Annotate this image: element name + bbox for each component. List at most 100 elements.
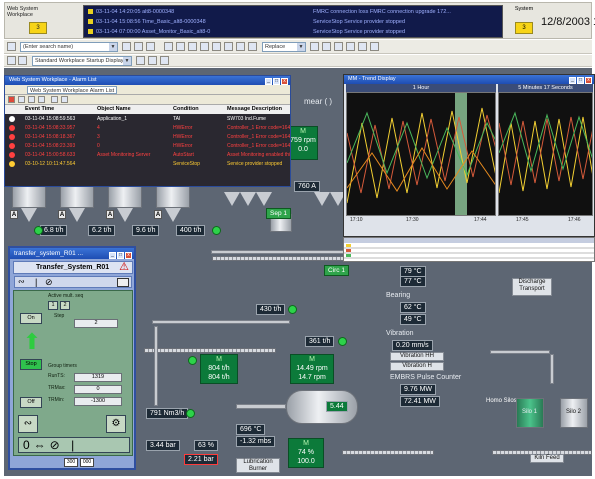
motor-faceplate-top[interactable]: M 759 rpm 0.0 xyxy=(288,126,318,160)
maximize-icon[interactable]: □ xyxy=(117,252,124,259)
trmax-field[interactable]: 0 xyxy=(74,385,122,394)
favorites-icon[interactable] xyxy=(334,42,343,51)
trend-icon[interactable] xyxy=(224,42,233,51)
trend-range-left[interactable]: 1 Hour xyxy=(346,84,496,92)
discharge-transport-button[interactable]: Discharge Transport xyxy=(512,278,552,296)
faceplate-tab[interactable]: 000 xyxy=(80,458,94,467)
print-icon[interactable] xyxy=(188,42,197,51)
detail-icon[interactable] xyxy=(117,278,129,287)
event-row[interactable]: 03-11-04 14:20:05 alt8-0000348 FMRC conne… xyxy=(88,8,451,16)
find-icon[interactable] xyxy=(200,42,209,51)
link-icon[interactable]: ∾ xyxy=(18,277,25,287)
event-icon[interactable] xyxy=(248,42,257,51)
trend-plot-right[interactable] xyxy=(498,92,593,216)
run-status-indicator[interactable] xyxy=(188,356,197,365)
stop-button[interactable]: Stop xyxy=(20,359,42,370)
config-icon[interactable] xyxy=(136,56,145,65)
lubrication-burner-button[interactable]: Lubrication Burner xyxy=(236,458,280,473)
graphics-icon[interactable] xyxy=(236,42,245,51)
conveyor[interactable] xyxy=(342,450,434,455)
valve-icon[interactable]: ⊘ xyxy=(45,277,53,287)
column-header[interactable]: Condition xyxy=(173,105,213,114)
alarm-list-window[interactable]: Web System Workplace - Alarm List _ □ x We… xyxy=(4,75,291,187)
run-status-indicator[interactable] xyxy=(34,226,43,235)
raw-silo[interactable] xyxy=(60,186,94,208)
alarm-row[interactable]: 03-11-04 15:08:18.367 3 HWError Controller_… xyxy=(5,133,290,141)
mode-select[interactable]: Replace ▼ xyxy=(262,42,306,52)
alarm-row[interactable]: 03-11-04 15:00:58.633 Asset Monitoring Se… xyxy=(5,151,290,159)
off-button[interactable]: Off xyxy=(20,397,42,408)
alarm-list-combo[interactable]: Web System Workplace Alarm List xyxy=(27,86,117,94)
alarm-count-badge[interactable]: 3 xyxy=(515,22,533,34)
save-icon[interactable] xyxy=(322,42,331,51)
column-header[interactable]: Event Time xyxy=(25,105,85,114)
step-field[interactable]: 2 xyxy=(74,319,118,328)
check-icon[interactable] xyxy=(18,96,25,103)
home-icon[interactable] xyxy=(164,42,173,51)
seq-tab-1[interactable]: 1 xyxy=(48,301,58,310)
search-name-input[interactable]: (Enter search name) ▼ xyxy=(20,42,118,52)
faceplate-window-title[interactable]: transfer_system_R01 ... _ □ x xyxy=(10,248,134,259)
column-header[interactable]: Message Description xyxy=(227,105,290,114)
auto-mode-badge[interactable]: A xyxy=(154,210,162,219)
folder-icon[interactable] xyxy=(346,42,355,51)
runts-field[interactable]: 1319 xyxy=(74,373,122,382)
minimize-icon[interactable]: _ xyxy=(265,78,272,85)
chevron-down-icon[interactable]: ▼ xyxy=(109,43,117,51)
trend-plot-left[interactable] xyxy=(346,92,496,216)
layout-icon[interactable] xyxy=(148,56,157,65)
kiln-feed-button[interactable]: Kiln Feed xyxy=(530,454,564,463)
mill-drive-motor[interactable]: M 14.49 rpm 14.7 rpm xyxy=(290,354,334,384)
maximize-icon[interactable]: □ xyxy=(273,78,280,85)
auto-mode-badge[interactable]: A xyxy=(106,210,114,219)
system-selector-left[interactable]: Web System Workplace 3 xyxy=(7,6,77,38)
display-icon[interactable] xyxy=(18,56,27,65)
conveyor[interactable] xyxy=(144,348,276,353)
transfer-system-faceplate[interactable]: transfer_system_R01 ... _ □ x Transfer_Sys… xyxy=(8,246,136,470)
window-icon[interactable] xyxy=(160,56,169,65)
alarm-row[interactable]: 03-11-04 15:08:33.957 4 HWError Controller_… xyxy=(5,124,290,132)
refresh-icon[interactable] xyxy=(176,42,185,51)
close-icon[interactable]: x xyxy=(125,252,132,259)
go-icon[interactable] xyxy=(122,42,131,51)
run-status-indicator[interactable] xyxy=(338,337,347,346)
app-menu-icon[interactable] xyxy=(7,42,16,51)
event-row[interactable]: 03-11-04 15:08:56 Time_Basic_alt8-000034… xyxy=(88,18,405,26)
trend-window-title[interactable]: MM - Trend Display _ □ x xyxy=(344,75,594,84)
burner-motor[interactable]: M 74 % 100.0 xyxy=(288,438,324,468)
column-header[interactable]: Object Name xyxy=(97,105,157,114)
vibration-h-alarm[interactable]: Vibration H xyxy=(390,362,444,371)
alarm-row[interactable]: 03-11-04 15:08:59.563 Application_1 TAI SW7… xyxy=(5,115,290,123)
alarm-row[interactable]: 03-11-04 15:08:23.393 0 HWError Controller_… xyxy=(5,142,290,150)
back-icon[interactable] xyxy=(134,42,143,51)
alarm-row[interactable]: 03-10-12 10:11:47.564 ServiceStop Service … xyxy=(5,160,290,168)
event-strip[interactable]: 03-11-04 14:20:05 alt8-0000348 FMRC conne… xyxy=(83,5,503,38)
alarm-count-badge[interactable]: 3 xyxy=(29,22,47,34)
open-icon[interactable] xyxy=(310,42,319,51)
raw-silo[interactable] xyxy=(108,186,142,208)
workplace-icon[interactable] xyxy=(7,56,16,65)
event-row[interactable]: 03-11-04 07:00:00 Asset_Monitor_Basic_al… xyxy=(88,28,405,36)
trend-window[interactable]: MM - Trend Display _ □ x 1 Hour 5 Minutes … xyxy=(343,74,595,237)
on-button[interactable]: On xyxy=(20,313,42,324)
maximize-icon[interactable]: □ xyxy=(577,77,584,84)
mode-icon-bar[interactable]: 0⇔⊘ | xyxy=(18,437,130,453)
trend-data-grid[interactable] xyxy=(343,237,595,262)
run-status-indicator[interactable] xyxy=(212,226,221,235)
raw-silo[interactable] xyxy=(156,186,190,208)
minimize-icon[interactable]: _ xyxy=(109,252,116,259)
alarm-window-title[interactable]: Web System Workplace - Alarm List _ □ x xyxy=(5,76,290,85)
mill-feed-motor[interactable]: M 804 t/h 804 t/h xyxy=(200,354,238,384)
run-status-indicator[interactable] xyxy=(288,305,297,314)
help-icon[interactable] xyxy=(370,42,379,51)
chevron-down-icon[interactable]: ▼ xyxy=(123,57,131,65)
conveyor[interactable] xyxy=(212,256,344,261)
refresh-icon[interactable] xyxy=(38,96,45,103)
seq-tab-2[interactable]: 2 xyxy=(60,301,70,310)
raw-silo[interactable] xyxy=(12,186,46,208)
workplace-combo[interactable]: Standard Workplace Startup Display ▼ xyxy=(32,56,132,66)
trmin-field[interactable]: -1300 xyxy=(74,397,122,406)
settings-icon[interactable]: ⚙ xyxy=(106,415,126,433)
close-icon[interactable]: x xyxy=(585,77,592,84)
run-status-indicator[interactable] xyxy=(186,409,195,418)
